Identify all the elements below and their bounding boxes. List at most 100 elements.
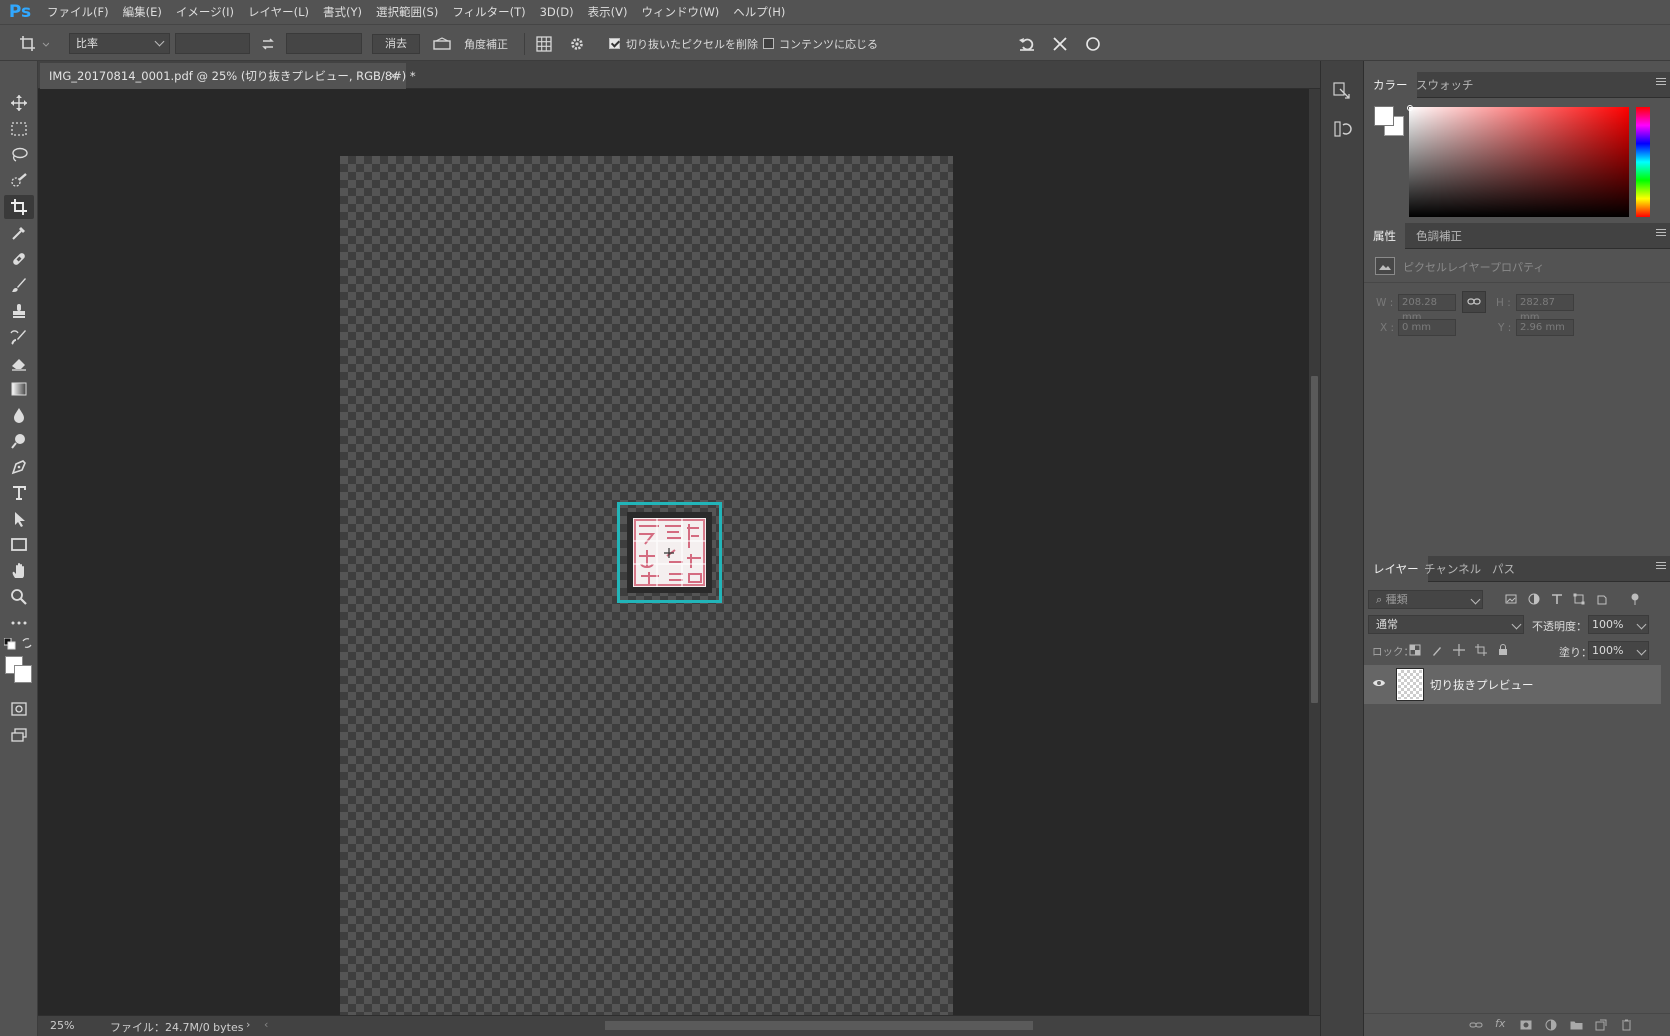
history-brush-tool-icon[interactable] [4,325,34,349]
link-dimensions-icon[interactable] [1462,291,1486,313]
opacity-field[interactable]: 100% [1588,615,1649,634]
menu-file[interactable]: ファイル(F) [40,0,116,24]
adjustments-panel-icon[interactable] [1328,115,1356,143]
lock-transparent-icon[interactable] [1408,643,1422,657]
color-panel-foreground-front[interactable] [1374,106,1394,126]
layer-effects-icon[interactable]: fx [1495,1017,1505,1030]
height-field[interactable] [286,33,362,54]
settings-gear-icon[interactable] [567,34,587,54]
layer-name[interactable]: 切り抜きプレビュー [1430,677,1534,693]
quick-select-tool-icon[interactable] [4,169,34,193]
x-field[interactable]: 0 mm [1398,319,1456,336]
canvas-area[interactable] [38,89,1309,1015]
vertical-scrollbar[interactable] [1309,89,1320,1015]
menu-select[interactable]: 選択範囲(S) [369,0,445,24]
menu-type[interactable]: 書式(Y) [316,0,369,24]
close-document-icon[interactable]: × [389,63,398,89]
color-picker-cursor[interactable] [1407,105,1413,111]
filter-adjustment-icon[interactable] [1527,592,1541,606]
lock-all-icon[interactable] [1496,643,1510,657]
path-selection-tool-icon[interactable] [4,507,34,531]
brush-tool-icon[interactable] [4,273,34,297]
new-layer-icon[interactable] [1594,1018,1608,1032]
commit-icon[interactable] [1083,34,1103,54]
zoom-level[interactable]: 25% [50,1019,74,1032]
vertical-scroll-thumb[interactable] [1311,376,1318,703]
menu-edit[interactable]: 編集(E) [116,0,169,24]
width-field[interactable] [175,33,250,54]
menu-3d[interactable]: 3D(D) [533,0,581,24]
swap-icon[interactable] [258,34,278,54]
filter-toggle-icon[interactable] [1628,592,1642,606]
hue-slider[interactable] [1636,107,1650,217]
fill-field[interactable]: 100% [1588,641,1649,660]
clear-button[interactable]: 消去 [372,34,420,54]
layer-visibility-eye-icon[interactable] [1372,678,1386,688]
blur-tool-icon[interactable] [4,403,34,427]
horizontal-scroll-thumb[interactable] [605,1021,1033,1030]
layers-panel-menu-icon[interactable] [1656,562,1666,572]
scroll-left-icon[interactable]: ‹ [264,1018,268,1031]
quick-mask-icon[interactable] [4,697,34,721]
layer-filter-select[interactable]: ⌕ 種類 [1368,590,1483,609]
crop-frame[interactable] [617,502,722,603]
crop-preset-icon[interactable] [16,34,52,54]
new-adjustment-layer-icon[interactable] [1544,1018,1558,1032]
move-tool-icon[interactable] [4,91,34,115]
status-arrow-icon[interactable]: › [246,1018,250,1031]
background-color-swatch[interactable] [14,665,32,683]
hand-tool-icon[interactable] [4,559,34,583]
eyedropper-tool-icon[interactable] [4,221,34,245]
history-panel-icon[interactable] [1328,77,1356,105]
healing-brush-tool-icon[interactable] [4,247,34,271]
gradient-tool-icon[interactable] [4,377,34,401]
delete-cropped-label[interactable]: 切り抜いたピクセルを削除 [626,36,758,52]
lock-artboard-icon[interactable] [1474,643,1488,657]
menu-image[interactable]: イメージ(I) [169,0,241,24]
menu-window[interactable]: ウィンドウ(W) [634,0,726,24]
y-field[interactable]: 2.96 mm [1516,319,1574,336]
overlay-grid-icon[interactable] [534,34,554,54]
pen-tool-icon[interactable] [4,455,34,479]
blend-mode-select[interactable]: 通常 [1368,615,1524,634]
color-picker-field[interactable] [1409,107,1629,217]
tab-channels[interactable]: チャンネル [1415,556,1490,582]
layer-row[interactable]: 切り抜きプレビュー [1364,665,1661,704]
w-field[interactable]: 208.28 mm [1398,294,1456,323]
content-aware-label[interactable]: コンテンツに応じる [779,36,878,52]
delete-layer-icon[interactable] [1619,1018,1633,1032]
filter-smart-object-icon[interactable] [1595,592,1609,606]
tab-swatches[interactable]: スウォッチ [1407,72,1483,98]
type-tool-icon[interactable] [4,481,34,505]
menu-filter[interactable]: フィルター(T) [445,0,532,24]
h-field[interactable]: 282.87 mm [1516,294,1574,323]
new-group-icon[interactable] [1569,1018,1583,1032]
filter-pixel-icon[interactable] [1504,592,1518,606]
tab-adjustments[interactable]: 色調補正 [1407,223,1471,249]
zoom-tool-icon[interactable] [4,585,34,609]
tab-properties[interactable]: 属性 [1364,223,1405,249]
default-colors-icon[interactable] [4,638,16,650]
properties-panel-menu-icon[interactable] [1656,229,1666,239]
marquee-tool-icon[interactable] [4,117,34,141]
document-tab[interactable]: IMG_20170814_0001.pdf @ 25% (切り抜きプレビュー, … [40,63,416,89]
cancel-icon[interactable] [1050,34,1070,54]
lasso-tool-icon[interactable] [4,143,34,167]
delete-cropped-checkbox[interactable] [609,38,620,49]
crop-tool-icon[interactable] [4,195,34,219]
reset-icon[interactable] [1017,34,1037,54]
rectangle-tool-icon[interactable] [4,533,34,557]
clone-stamp-tool-icon[interactable] [4,299,34,323]
straighten-label[interactable]: 角度補正 [464,36,508,52]
link-layers-icon[interactable] [1469,1018,1483,1032]
straighten-icon[interactable] [432,34,452,54]
menu-help[interactable]: ヘルプ(H) [726,0,792,24]
add-mask-icon[interactable] [1519,1018,1533,1032]
color-panel-menu-icon[interactable] [1656,78,1666,88]
tab-paths[interactable]: パス [1483,556,1524,582]
lock-position-icon[interactable] [1452,643,1466,657]
swap-colors-icon[interactable] [21,637,33,649]
screen-mode-icon[interactable] [4,723,34,747]
filter-type-icon[interactable] [1550,592,1564,606]
menu-view[interactable]: 表示(V) [581,0,635,24]
